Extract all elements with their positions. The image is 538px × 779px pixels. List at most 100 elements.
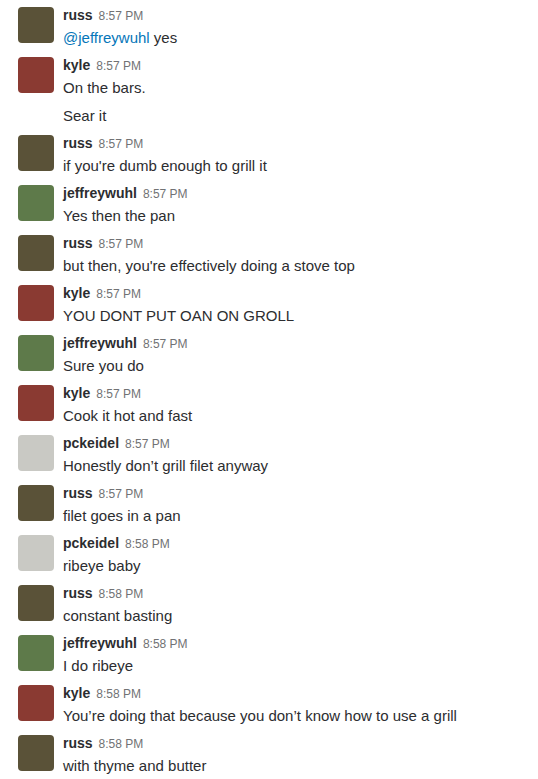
message-header: russ 8:58 PM bbox=[63, 734, 206, 753]
timestamp[interactable]: 8:58 PM bbox=[96, 685, 141, 703]
user-name[interactable]: kyle bbox=[63, 384, 90, 402]
mention[interactable]: @jeffreywuhl bbox=[63, 29, 150, 46]
timestamp[interactable]: 8:58 PM bbox=[99, 585, 144, 603]
avatar[interactable] bbox=[18, 185, 54, 221]
message: russ 8:57 PM if you're dumb enough to gril… bbox=[0, 132, 538, 182]
message: russ 8:57 PM @jeffreywuhl yes bbox=[0, 4, 538, 54]
timestamp[interactable]: 8:57 PM bbox=[125, 435, 170, 453]
timestamp[interactable]: 8:57 PM bbox=[96, 385, 141, 403]
timestamp[interactable]: 8:57 PM bbox=[96, 57, 141, 75]
user-name[interactable]: russ bbox=[63, 584, 93, 602]
avatar[interactable] bbox=[18, 235, 54, 271]
message: kyle 8:57 PM Cook it hot and fast bbox=[0, 382, 538, 432]
timestamp[interactable]: 8:57 PM bbox=[143, 185, 188, 203]
message-header: jeffreywuhl 8:57 PM bbox=[63, 334, 188, 353]
avatar[interactable] bbox=[18, 335, 54, 371]
message-line: On the bars. bbox=[63, 79, 146, 96]
timestamp[interactable]: 8:57 PM bbox=[99, 485, 144, 503]
message-line: constant basting bbox=[63, 607, 172, 624]
message-line: yes bbox=[154, 29, 177, 46]
message-line: if you're dumb enough to grill it bbox=[63, 157, 267, 174]
message-body: jeffreywuhl 8:57 PM Sure you do bbox=[63, 334, 188, 377]
message-body: russ 8:57 PM filet goes in a pan bbox=[63, 484, 181, 527]
message-text: I do ribeye bbox=[63, 655, 188, 677]
message-line: Yes then the pan bbox=[63, 207, 175, 224]
avatar[interactable] bbox=[18, 635, 54, 671]
message: jeffreywuhl 8:57 PM Sure you do bbox=[0, 332, 538, 382]
avatar[interactable] bbox=[18, 485, 54, 521]
message-text: @jeffreywuhl yes bbox=[63, 27, 177, 49]
avatar[interactable] bbox=[18, 57, 54, 93]
timestamp[interactable]: 8:57 PM bbox=[99, 7, 144, 25]
message-header: russ 8:57 PM bbox=[63, 234, 355, 253]
message: russ 8:57 PM filet goes in a pan bbox=[0, 482, 538, 532]
message-text: if you're dumb enough to grill it bbox=[63, 155, 267, 177]
message-body: kyle 8:57 PM YOU DONT PUT OAN ON GROLL bbox=[63, 284, 294, 327]
message-text: Yes then the pan bbox=[63, 205, 188, 227]
avatar[interactable] bbox=[18, 7, 54, 43]
message-text: You’re doing that because you don’t know… bbox=[63, 705, 457, 727]
message-header: jeffreywuhl 8:57 PM bbox=[63, 184, 188, 203]
timestamp[interactable]: 8:57 PM bbox=[99, 135, 144, 153]
user-name[interactable]: pckeidel bbox=[63, 434, 119, 452]
user-name[interactable]: russ bbox=[63, 734, 93, 752]
message-body: russ 8:58 PM with thyme and butter bbox=[63, 734, 206, 777]
message-body: pckeidel 8:57 PM Honestly don’t grill file… bbox=[63, 434, 268, 477]
message: jeffreywuhl 8:58 PM I do ribeye bbox=[0, 632, 538, 682]
message-text: Cook it hot and fast bbox=[63, 405, 192, 427]
timestamp[interactable]: 8:57 PM bbox=[96, 285, 141, 303]
message-body: jeffreywuhl 8:58 PM I do ribeye bbox=[63, 634, 188, 677]
avatar[interactable] bbox=[18, 685, 54, 721]
avatar[interactable] bbox=[18, 535, 54, 571]
message: kyle 8:58 PM You’re doing that because you… bbox=[0, 682, 538, 732]
timestamp[interactable]: 8:58 PM bbox=[125, 535, 170, 553]
user-name[interactable]: russ bbox=[63, 134, 93, 152]
message-body: russ 8:57 PM if you're dumb enough to gril… bbox=[63, 134, 267, 177]
message-body: russ 8:57 PM @jeffreywuhl yes bbox=[63, 6, 177, 49]
message-line: ribeye baby bbox=[63, 557, 141, 574]
avatar[interactable] bbox=[18, 435, 54, 471]
message-text: filet goes in a pan bbox=[63, 505, 181, 527]
message-text: Sure you do bbox=[63, 355, 188, 377]
message-list: russ 8:57 PM @jeffreywuhl yes kyle 8:57 PM On… bbox=[0, 0, 538, 779]
timestamp[interactable]: 8:57 PM bbox=[99, 235, 144, 253]
message-text: constant basting bbox=[63, 605, 172, 627]
message-header: jeffreywuhl 8:58 PM bbox=[63, 634, 188, 653]
message: russ 8:58 PM with thyme and butter bbox=[0, 732, 538, 779]
avatar[interactable] bbox=[18, 385, 54, 421]
timestamp[interactable]: 8:58 PM bbox=[99, 735, 144, 753]
user-name[interactable]: jeffreywuhl bbox=[63, 334, 137, 352]
user-name[interactable]: russ bbox=[63, 6, 93, 24]
user-name[interactable]: kyle bbox=[63, 684, 90, 702]
message: pckeidel 8:57 PM Honestly don’t grill file… bbox=[0, 432, 538, 482]
user-name[interactable]: jeffreywuhl bbox=[63, 634, 137, 652]
avatar[interactable] bbox=[18, 285, 54, 321]
message: russ 8:58 PM constant basting bbox=[0, 582, 538, 632]
user-name[interactable]: jeffreywuhl bbox=[63, 184, 137, 202]
message-line: I do ribeye bbox=[63, 657, 133, 674]
user-name[interactable]: kyle bbox=[63, 284, 90, 302]
message-line: with thyme and butter bbox=[63, 757, 206, 774]
message: russ8:57 PMbut then, you're effectively … bbox=[0, 232, 538, 282]
message: jeffreywuhl 8:57 PM Yes then the pan bbox=[0, 182, 538, 232]
timestamp[interactable]: 8:58 PM bbox=[143, 635, 188, 653]
user-name[interactable]: russ bbox=[63, 484, 93, 502]
message-line: Cook it hot and fast bbox=[63, 407, 192, 424]
message-body: russ 8:58 PM constant basting bbox=[63, 584, 172, 627]
timestamp[interactable]: 8:57 PM bbox=[143, 335, 188, 353]
message-header: russ 8:57 PM bbox=[63, 484, 181, 503]
message-line: Sure you do bbox=[63, 357, 144, 374]
message-text: ribeye baby bbox=[63, 555, 170, 577]
message-text: Honestly don’t grill filet anyway bbox=[63, 455, 268, 477]
avatar[interactable] bbox=[18, 135, 54, 171]
user-name[interactable]: russ bbox=[63, 234, 93, 252]
message-text: On the bars. bbox=[63, 77, 146, 99]
user-name[interactable]: pckeidel bbox=[63, 534, 119, 552]
message-line: YOU DONT PUT OAN ON GROLL bbox=[63, 307, 294, 324]
message: kyle8:57 PMOn the bars.Sear it bbox=[0, 54, 538, 132]
user-name[interactable]: kyle bbox=[63, 56, 90, 74]
message: pckeidel 8:58 PM ribeye baby bbox=[0, 532, 538, 582]
avatar[interactable] bbox=[18, 585, 54, 621]
avatar[interactable] bbox=[18, 735, 54, 771]
message-header: kyle 8:57 PM bbox=[63, 384, 192, 403]
